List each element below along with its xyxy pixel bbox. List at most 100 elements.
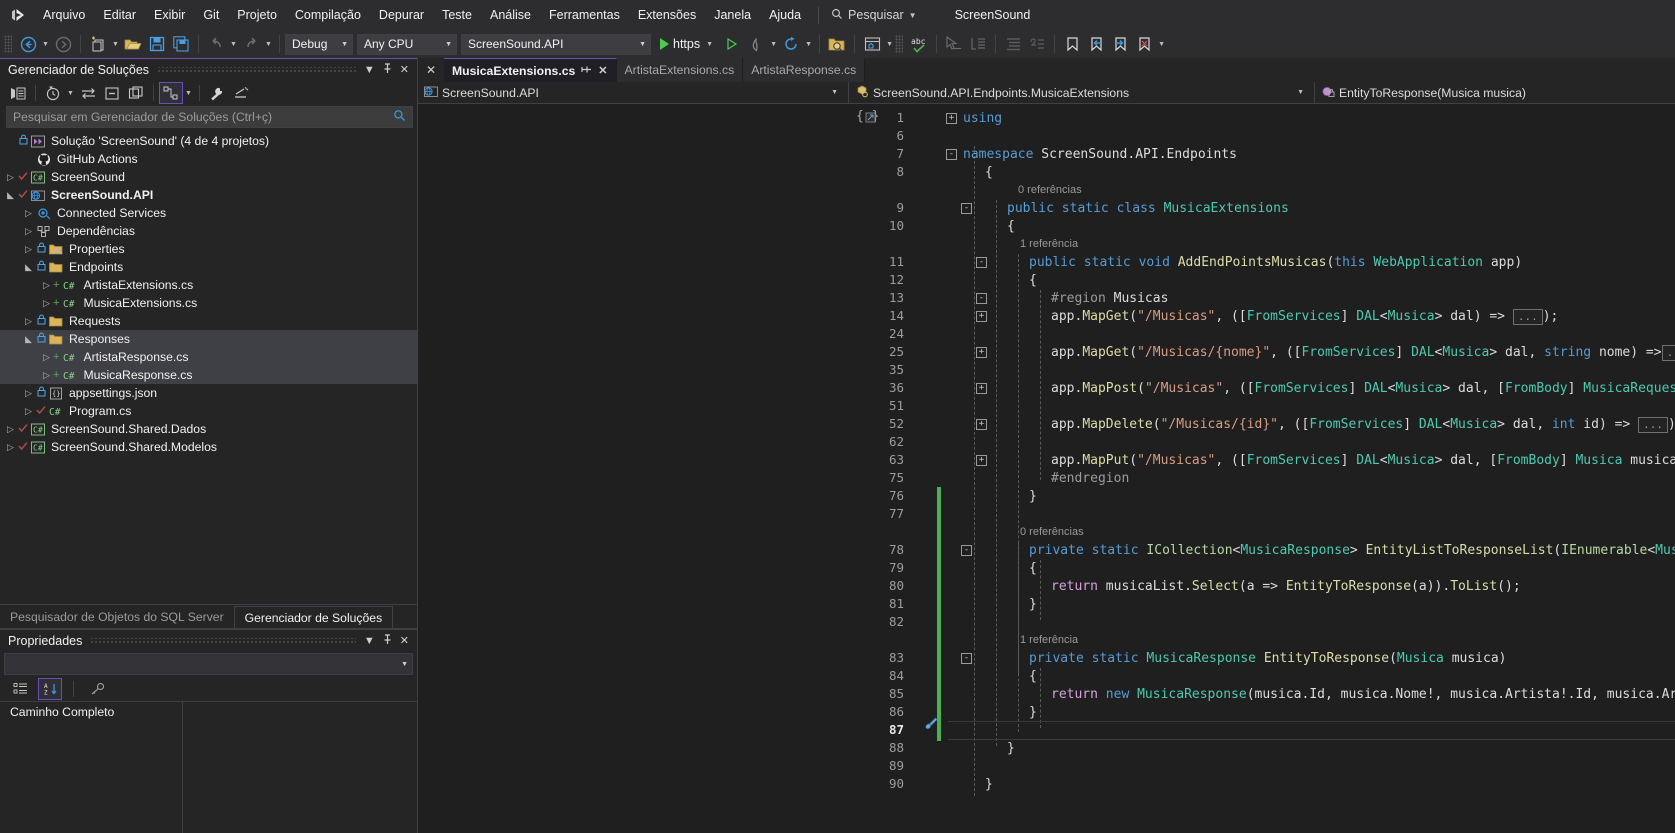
code-line[interactable]: app.MapPost("/Musicas", ([FromServices] … — [1051, 380, 1675, 398]
solution-view-dropdown[interactable]: ▼ — [183, 82, 194, 104]
pin-icon[interactable] — [382, 62, 393, 77]
magnifier-icon[interactable] — [393, 109, 406, 125]
expand-region-icon[interactable]: + — [946, 113, 957, 124]
undo-dropdown[interactable]: ▼ — [228, 33, 239, 55]
chevron-right-icon[interactable]: ▷ — [40, 352, 53, 363]
navigate-back-dropdown[interactable]: ▼ — [40, 33, 51, 55]
tree-item[interactable]: ▷ Dependências — [0, 222, 417, 240]
code-line[interactable]: { — [1029, 272, 1037, 290]
expand-region-icon[interactable]: + — [976, 383, 987, 394]
tree-item[interactable]: ▷ + C# ArtistaExtensions.cs — [0, 276, 417, 294]
tree-item[interactable]: ▷ Properties — [0, 240, 417, 258]
menu-item-analise[interactable]: Análise — [481, 3, 540, 27]
configuration-combo[interactable]: Debug ▼ — [285, 33, 353, 55]
code-line[interactable]: public static class MusicaExtensions — [1007, 200, 1289, 218]
close-icon[interactable]: ✕ — [598, 64, 607, 77]
editor-tab-artistaresponse[interactable]: ArtistaResponse.cs — [743, 58, 866, 82]
navigate-back-icon[interactable] — [16, 33, 40, 55]
menu-item-depurar[interactable]: Depurar — [370, 3, 433, 27]
toolbar-grip[interactable] — [4, 35, 12, 53]
refresh-dropdown[interactable]: ▼ — [803, 33, 814, 55]
tree-item[interactable]: ▷ + C# MusicaResponse.cs — [0, 366, 417, 384]
chevron-right-icon[interactable]: ▷ — [40, 280, 53, 291]
menu-item-teste[interactable]: Teste — [433, 3, 481, 27]
chevron-down-icon[interactable]: ▼ — [364, 64, 375, 76]
code-line[interactable]: #region Musicas — [1051, 290, 1168, 308]
code-line[interactable]: app.MapGet("/Musicas/{nome}", ([FromServ… — [1051, 344, 1675, 362]
chevron-right-icon[interactable]: ▷ — [22, 226, 35, 237]
window-layout-icon[interactable] — [860, 33, 884, 55]
chevron-right-icon[interactable]: ▷ — [40, 370, 53, 381]
run-button[interactable]: https ▼ — [655, 33, 720, 55]
code-line[interactable]: app.MapGet("/Musicas", ([FromServices] D… — [1051, 308, 1558, 326]
chevron-down-icon[interactable]: ▼ — [364, 635, 375, 647]
tree-item[interactable]: ▷ C# ScreenSound.Shared.Dados — [0, 420, 417, 438]
code-line[interactable]: using — [963, 110, 1002, 128]
comment-icon[interactable] — [1025, 33, 1049, 55]
code-line[interactable]: namespace ScreenSound.API.Endpoints — [963, 146, 1237, 164]
global-search[interactable]: Pesquisar ▼ — [827, 8, 921, 23]
tab-solution-explorer[interactable]: Gerenciador de Soluções — [233, 606, 394, 628]
code-line[interactable]: return new MusicaResponse(musica.Id, mus… — [1051, 686, 1675, 704]
tree-item[interactable]: ▷ + C# ArtistaResponse.cs — [0, 348, 417, 366]
chevron-down-icon[interactable]: ◢ — [4, 190, 17, 201]
code-line[interactable]: app.MapDelete("/Musicas/{id}", ([FromSer… — [1051, 416, 1675, 434]
code-line[interactable]: } — [1029, 488, 1037, 506]
code-line[interactable]: return musicaList.Select(a => EntityToRe… — [1051, 578, 1521, 596]
collapsed-block-ellipsis[interactable]: ... — [1638, 416, 1668, 433]
tree-item[interactable]: GitHub Actions — [0, 150, 417, 168]
pending-changes-icon[interactable] — [41, 82, 65, 104]
indent-icon[interactable] — [966, 33, 990, 55]
bookmark-icon[interactable] — [1060, 33, 1084, 55]
code-line[interactable]: #endregion — [1051, 470, 1129, 488]
bookmark-dropdown[interactable]: ▼ — [1156, 33, 1167, 55]
menu-item-exibir[interactable]: Exibir — [145, 3, 194, 27]
chevron-right-icon[interactable]: ▷ — [40, 298, 53, 309]
tree-item[interactable]: ▷ + C# MusicaExtensions.cs — [0, 294, 417, 312]
menu-item-git[interactable]: Git — [194, 3, 228, 27]
tabstrip-close-icon[interactable]: ✕ — [418, 58, 444, 82]
platform-combo[interactable]: Any CPU ▼ — [357, 33, 457, 55]
wrench-icon[interactable] — [205, 82, 229, 104]
preview-selected-icon[interactable] — [229, 82, 253, 104]
show-all-files-icon[interactable] — [124, 82, 148, 104]
nav-member-dropdown[interactable]: EntityToResponse(Musica musica) — [1315, 82, 1675, 104]
menu-item-arquivo[interactable]: Arquivo — [34, 3, 94, 27]
collapse-region-icon[interactable]: - — [961, 545, 972, 556]
alphabetical-sort-icon[interactable]: AZ — [38, 678, 62, 700]
save-icon[interactable] — [145, 33, 169, 55]
redo-icon[interactable] — [239, 33, 263, 55]
tree-item[interactable]: ◢ ScreenSound.API — [0, 186, 417, 204]
chevron-down-icon[interactable]: ▼ — [704, 33, 715, 55]
pin-icon[interactable] — [382, 633, 393, 648]
editor-tab-artistaextensions[interactable]: ArtistaExtensions.cs — [616, 58, 744, 82]
pending-changes-dropdown[interactable]: ▼ — [65, 82, 76, 104]
pointer-icon[interactable] — [942, 33, 966, 55]
hot-reload-dropdown[interactable]: ▼ — [768, 33, 779, 55]
expand-region-icon[interactable]: + — [976, 419, 987, 430]
chevron-right-icon[interactable]: ▷ — [22, 316, 35, 327]
solution-explorer-search[interactable]: Pesquisar em Gerenciador de Soluções (Ct… — [6, 106, 413, 128]
chevron-right-icon[interactable]: ▷ — [22, 208, 35, 219]
toolbar-grip-2[interactable] — [895, 35, 904, 53]
codelens-reference-count[interactable]: 1 referência — [1020, 634, 1078, 646]
sync-with-active-icon[interactable] — [76, 82, 100, 104]
code-line[interactable]: } — [985, 776, 993, 794]
code-line[interactable]: { — [1029, 560, 1037, 578]
tree-item[interactable]: ▷ {} appsettings.json — [0, 384, 417, 402]
expand-region-icon[interactable]: + — [976, 455, 987, 466]
menu-item-extensoes[interactable]: Extensões — [629, 3, 705, 27]
save-all-icon[interactable] — [169, 33, 193, 55]
redo-dropdown[interactable]: ▼ — [263, 33, 274, 55]
collapsed-block-ellipsis[interactable]: ... — [1661, 344, 1675, 361]
codelens-reference-count[interactable]: 0 referências — [1020, 526, 1084, 538]
menu-item-ajuda[interactable]: Ajuda — [760, 3, 810, 27]
close-icon[interactable]: ✕ — [400, 634, 409, 647]
tab-sql-object-explorer[interactable]: Pesquisador de Objetos do SQL Server — [0, 606, 234, 628]
bookmark-clear-icon[interactable] — [1132, 33, 1156, 55]
abc-check-icon[interactable]: abc — [907, 33, 931, 55]
collapse-all-icon[interactable] — [100, 82, 124, 104]
code-editor[interactable]: { } 167891011121314242535365152626375767… — [418, 104, 1675, 833]
navigate-forward-icon[interactable] — [51, 33, 75, 55]
properties-grid[interactable]: Caminho Completo — [0, 701, 417, 833]
